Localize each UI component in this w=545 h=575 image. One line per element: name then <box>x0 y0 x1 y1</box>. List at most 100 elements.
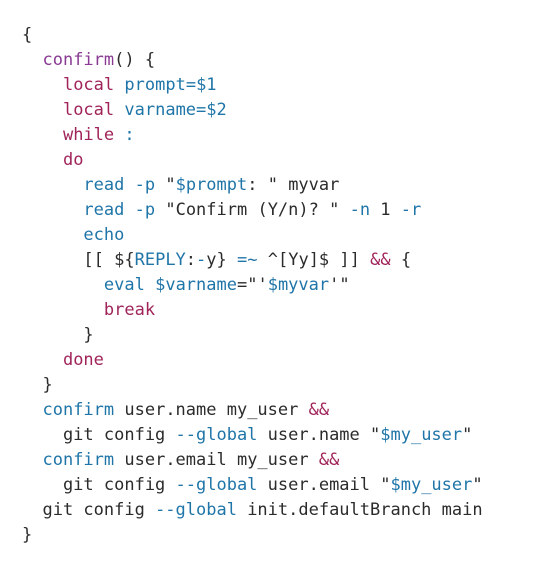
code-line: git config --global user.email "$my_user… <box>22 473 545 498</box>
code-token-option: -p <box>134 200 156 220</box>
code-line: } <box>22 523 545 548</box>
code-token-text: ^[Yy]$ ]] <box>257 250 371 270</box>
code-line: confirm user.email my_user && <box>22 448 545 473</box>
code-line: done <box>22 348 545 373</box>
code-token-text: ${ <box>114 250 135 270</box>
code-line: local prompt=$1 <box>22 73 545 98</box>
code-token-option: --global <box>175 475 258 495</box>
code-token-keyword: done <box>62 350 104 370</box>
code-line: } <box>22 373 545 398</box>
code-line: git config --global init.defaultBranch m… <box>22 498 545 523</box>
code-token-string: " <box>462 425 473 445</box>
code-token-option: -n <box>349 200 371 220</box>
code-token-keyword: local <box>62 100 115 120</box>
code-token-variable: prompt <box>124 75 186 95</box>
code-token-builtin: read <box>83 175 125 195</box>
code-line: do <box>22 148 545 173</box>
code-token-variable: $myvar <box>267 275 330 295</box>
code-token-variable: $my_user <box>380 425 463 445</box>
code-token-variable: $varname <box>155 275 237 295</box>
code-token-string: user.email " <box>257 475 391 495</box>
code-token-builtin: read <box>83 200 125 220</box>
code-token-option: --global <box>175 425 258 445</box>
code-line: git config --global user.name "$my_user" <box>22 423 545 448</box>
code-token-keyword: local <box>62 75 115 95</box>
code-token-variable: varname <box>124 100 197 120</box>
code-token-option: - <box>196 250 207 270</box>
code-token-string: " <box>472 475 483 495</box>
code-token-option: -r <box>400 200 422 220</box>
code-token-option: -p <box>134 175 156 195</box>
code-token-text: git config <box>22 500 156 520</box>
code-token-func: confirm <box>42 50 115 70</box>
code-token-text: : <box>185 250 197 270</box>
code-token-builtin: eval <box>103 275 145 295</box>
code-line: read -p "Confirm (Y/n)? " -n 1 -r <box>22 198 545 223</box>
code-token-variable: $2 <box>206 100 227 120</box>
code-token-text: { <box>22 25 33 45</box>
code-line: { <box>22 23 545 48</box>
code-token-text: user.email my_user <box>114 450 319 470</box>
code-token-text: git config <box>22 425 176 445</box>
code-line: confirm() { <box>22 48 545 73</box>
code-line: read -p "$prompt: " myvar <box>22 173 545 198</box>
code-token-variable: $my_user <box>390 475 473 495</box>
code-line: echo <box>22 223 545 248</box>
code-token-builtin: confirm <box>42 450 115 470</box>
code-token-text: [[ <box>22 250 115 270</box>
code-line: eval $varname="'$myvar'" <box>22 273 545 298</box>
code-token-string: ="' <box>236 275 268 295</box>
code-token-text: () { <box>114 50 156 70</box>
code-token-option: --global <box>155 500 237 520</box>
code-token-keyword: break <box>103 300 156 320</box>
code-token-string: user.name " <box>257 425 381 445</box>
code-token-keyword: && <box>318 450 340 470</box>
code-token-operator: = <box>185 75 197 95</box>
code-token-string: '" <box>329 275 350 295</box>
code-token-keyword: do <box>62 150 84 170</box>
code-token-builtin: : <box>124 125 135 145</box>
code-line: local varname=$2 <box>22 98 545 123</box>
code-token-text: { <box>390 250 412 270</box>
code-line: while : <box>22 123 545 148</box>
code-token-builtin: echo <box>83 225 125 245</box>
code-token-variable: $1 <box>196 75 217 95</box>
code-token-variable: $prompt <box>175 175 248 195</box>
code-token-string: "Confirm (Y/n)? " <box>155 200 350 220</box>
code-token-builtin: confirm <box>42 400 115 420</box>
code-line: } <box>22 323 545 348</box>
code-token-string: " <box>155 175 176 195</box>
code-line: confirm user.name my_user && <box>22 398 545 423</box>
code-token-variable: REPLY <box>134 250 186 270</box>
code-block: { confirm() { local prompt=$1 local varn… <box>0 0 545 575</box>
code-token-operator: = <box>196 100 207 120</box>
code-token-text: user.name my_user <box>114 400 309 420</box>
code-token-text: } <box>22 525 33 545</box>
code-token-text: } <box>22 375 53 395</box>
code-token-text: init.defaultBranch main <box>236 500 483 520</box>
code-token-keyword: && <box>308 400 330 420</box>
code-token-keyword: while <box>62 125 115 145</box>
code-token-keyword: && <box>370 250 391 270</box>
code-line: break <box>22 298 545 323</box>
code-token-text: 1 <box>370 200 401 220</box>
